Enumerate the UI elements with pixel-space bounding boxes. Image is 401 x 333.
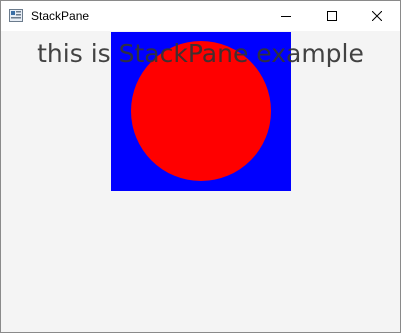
stack-pane: this is StackPane example [1, 31, 400, 332]
stack-pane-label: this is StackPane example [37, 39, 364, 68]
close-button[interactable] [354, 1, 400, 31]
java-app-icon [9, 9, 23, 22]
close-icon [372, 11, 382, 21]
application-window: StackPane this is StackPane example [0, 0, 401, 333]
maximize-button[interactable] [309, 1, 355, 31]
minimize-button[interactable] [263, 1, 309, 31]
minimize-icon [281, 16, 291, 17]
window-title: StackPane [31, 9, 90, 23]
maximize-icon [327, 11, 337, 21]
title-bar[interactable]: StackPane [1, 1, 400, 31]
